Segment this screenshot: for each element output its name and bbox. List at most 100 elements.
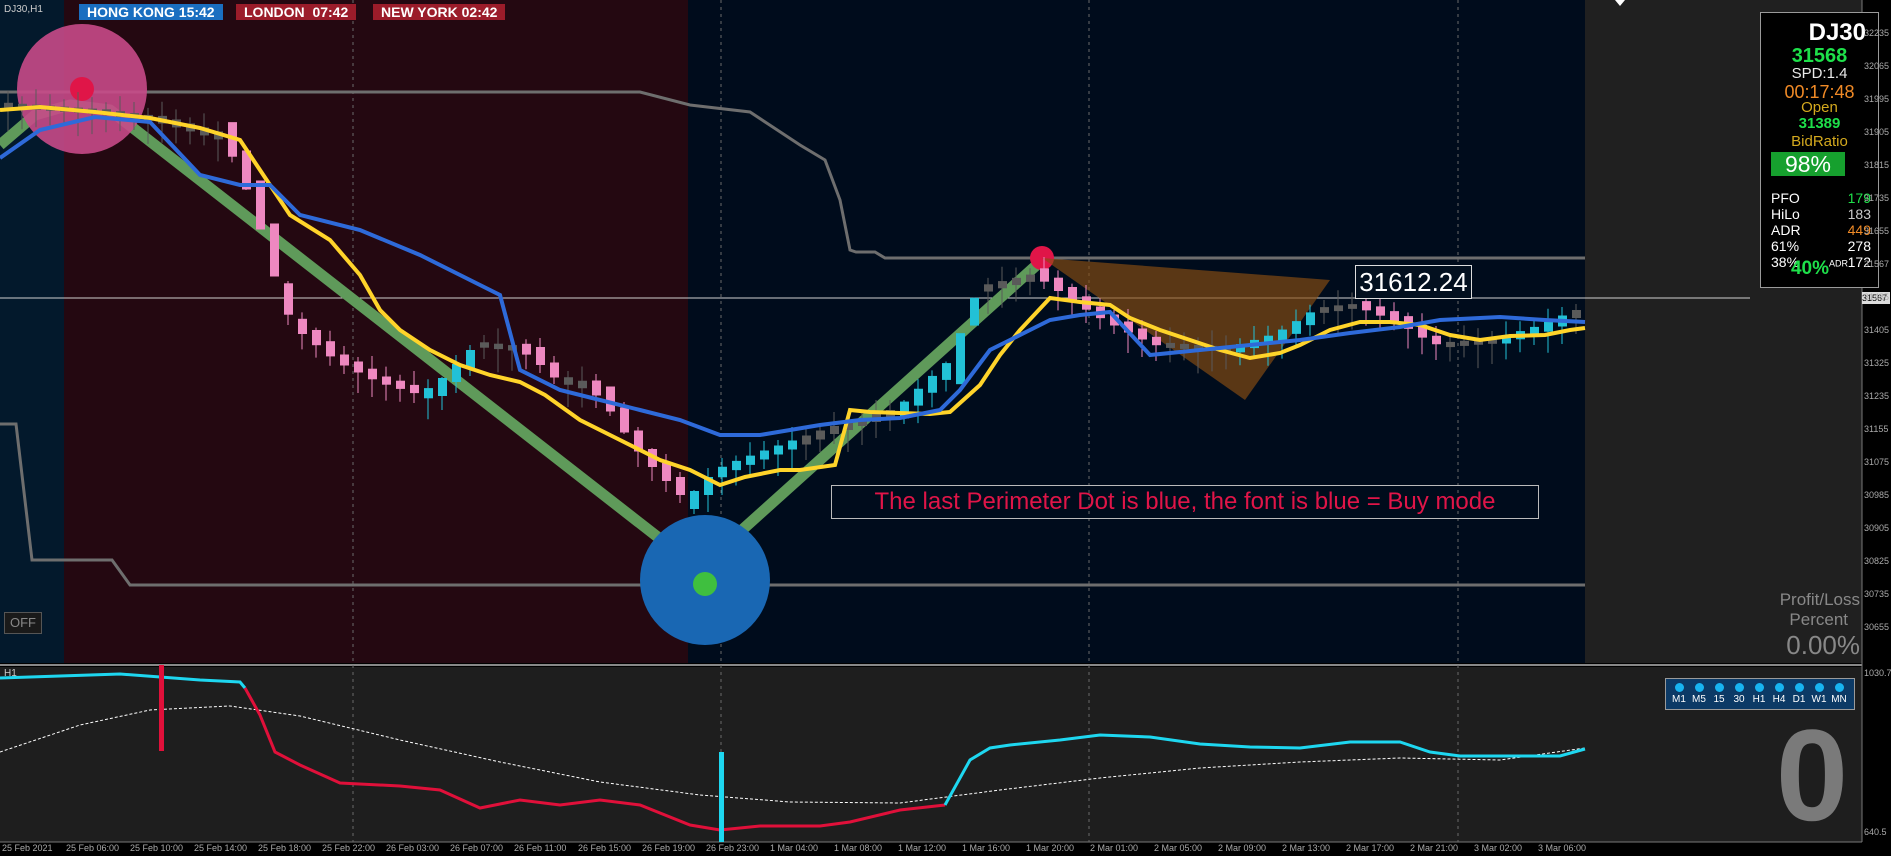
- price-label-box: 31612.24: [1355, 265, 1472, 299]
- candle-body: [620, 407, 629, 433]
- chart-shift-marker[interactable]: [1615, 0, 1625, 6]
- candle-body: [1432, 335, 1441, 345]
- timeframe-button[interactable]: 15: [1709, 679, 1729, 709]
- candle-body: [1306, 312, 1315, 326]
- candle-body: [1180, 343, 1189, 349]
- timeframe-label: 30: [1733, 694, 1745, 705]
- candle-body: [480, 342, 489, 348]
- candle-body: [662, 463, 671, 481]
- indicator-axis-label: 1030.7: [1864, 668, 1891, 678]
- price-axis-label: 31405: [1864, 325, 1890, 335]
- indicator-spike-red: [159, 665, 164, 751]
- time-axis-label: 25 Feb 2021: [2, 843, 53, 853]
- candle-body: [410, 384, 419, 394]
- time-axis-label: 2 Mar 17:00: [1346, 843, 1395, 853]
- price-axis-label: 30825: [1864, 556, 1890, 566]
- off-button[interactable]: OFF: [4, 612, 42, 634]
- price-axis-label: 31325: [1864, 358, 1890, 368]
- candle-body: [466, 350, 475, 368]
- profit-loss-subtitle: Percent: [1789, 610, 1848, 629]
- candle-body: [760, 450, 769, 460]
- candle-body: [270, 223, 279, 277]
- timeframe-dot-icon: [1694, 683, 1704, 692]
- price-axis-label: 31815: [1864, 160, 1890, 170]
- candle-body: [1348, 304, 1357, 309]
- candle-body: [1460, 340, 1469, 346]
- candle-body: [1040, 268, 1049, 282]
- timeframe-dot-icon: [1674, 683, 1684, 692]
- candle-body: [816, 430, 825, 440]
- candle-body: [522, 343, 531, 355]
- info-stat-value: 183: [1847, 206, 1871, 222]
- info-bidratio-value: 98%: [1771, 152, 1845, 176]
- candle-body: [494, 343, 503, 350]
- candle-body: [1376, 306, 1385, 316]
- session-shade: [64, 0, 688, 663]
- perimeter-dot-red: [70, 77, 94, 101]
- candle-body: [1292, 321, 1301, 334]
- timeframe-dot-icon: [1714, 683, 1724, 692]
- candle-body: [690, 491, 699, 509]
- candle-body: [396, 380, 405, 389]
- candle-body: [1334, 305, 1343, 312]
- candle-body: [284, 283, 293, 315]
- info-stat-row: PFO 179: [1771, 190, 1871, 206]
- candle-body: [774, 445, 783, 455]
- candle-body: [1152, 336, 1161, 346]
- clock-new-york: NEW YORK 02:42: [373, 4, 506, 20]
- time-axis-label: 25 Feb 18:00: [258, 843, 312, 853]
- candle-body: [1138, 328, 1147, 340]
- candle-body: [424, 388, 433, 399]
- candle-body: [1572, 310, 1581, 318]
- candle-body: [4, 102, 13, 108]
- price-axis-label: 32235: [1864, 28, 1890, 38]
- candle-body: [1068, 287, 1077, 301]
- price-axis-label: 31235: [1864, 391, 1890, 401]
- price-axis-label: 31905: [1864, 127, 1890, 137]
- candle-body: [438, 378, 447, 396]
- timeframe-dot-icon: [1774, 683, 1784, 692]
- price-axis-label: 32065: [1864, 61, 1890, 71]
- timeframe-button[interactable]: H1: [1749, 679, 1769, 709]
- timeframe-label: H1: [1752, 694, 1766, 705]
- clock-hong-kong: HONG KONG 15:42: [79, 4, 223, 20]
- candle-body: [1320, 307, 1329, 313]
- timeframe-label: M1: [1672, 694, 1686, 705]
- time-axis-label: 1 Mar 12:00: [898, 843, 947, 853]
- candle-body: [1012, 277, 1021, 286]
- time-axis-label: 26 Feb 07:00: [450, 843, 504, 853]
- timeframe-label: M5: [1692, 694, 1706, 705]
- candle-body: [830, 426, 839, 434]
- annotation-text: The last Perimeter Dot is blue, the font…: [831, 485, 1539, 519]
- info-bidratio-label: BidRatio: [1791, 133, 1848, 150]
- price-axis-label: 31567: [1864, 259, 1890, 269]
- time-axis-label: 25 Feb 10:00: [130, 843, 184, 853]
- timeframe-button[interactable]: M1: [1669, 679, 1689, 709]
- perimeter-dot-green: [693, 572, 717, 596]
- candle-body: [984, 284, 993, 292]
- info-adr-percent: 40%ADR: [1761, 258, 1878, 280]
- candle-body: [718, 466, 727, 478]
- timeframe-label: 15: [1713, 694, 1725, 705]
- info-spread: SPD:1.4: [1791, 65, 1848, 82]
- candle-body: [592, 380, 601, 396]
- timeframe-dot-icon: [1734, 683, 1744, 692]
- time-axis-label: 2 Mar 05:00: [1154, 843, 1203, 853]
- time-axis-label: 1 Mar 20:00: [1026, 843, 1075, 853]
- indicator-spike-cyan: [719, 752, 724, 842]
- candle-body: [312, 330, 321, 346]
- timeframe-button[interactable]: M5: [1689, 679, 1709, 709]
- time-axis-label: 2 Mar 09:00: [1218, 843, 1267, 853]
- price-chart[interactable]: [0, 0, 1891, 856]
- info-adr-suffix: ADR: [1829, 258, 1849, 269]
- candle-body: [942, 363, 951, 380]
- candle-body: [788, 440, 797, 450]
- price-axis-label: 31735: [1864, 193, 1890, 203]
- timeframe-button[interactable]: 30: [1729, 679, 1749, 709]
- time-axis-label: 25 Feb 06:00: [66, 843, 120, 853]
- candle-body: [326, 341, 335, 357]
- profit-loss-panel: Profit/Loss Percent 0.00%: [1740, 590, 1860, 660]
- price-axis-label: 31075: [1864, 457, 1890, 467]
- timeframe-dot-icon: [1814, 683, 1824, 692]
- candle-body: [746, 455, 755, 465]
